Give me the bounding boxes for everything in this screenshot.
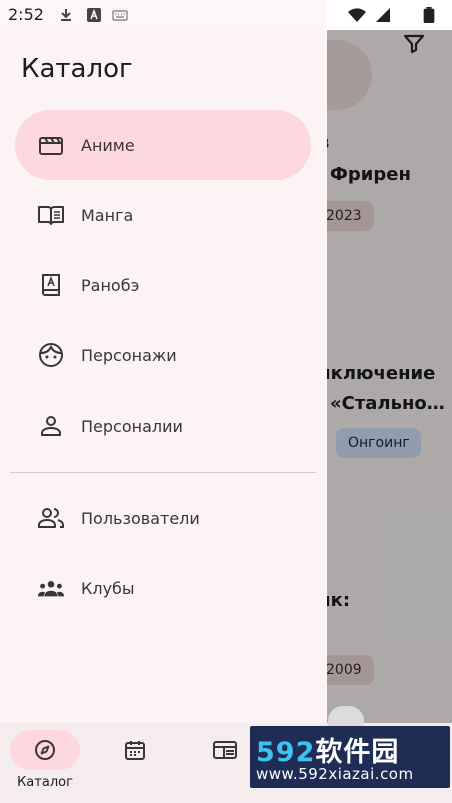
drawer-divider [10,472,316,473]
drawer-title: Каталог [21,54,133,84]
download-icon [61,9,71,21]
news-icon [213,741,237,759]
watermark-logo: 592软件园 www.592xiazai.com [250,726,450,788]
open-book-icon [37,201,65,229]
clapperboard-icon [37,131,65,159]
drawer-item-label: Пользователи [81,508,200,528]
drawer-item-label: Манга [81,205,134,225]
status-time: 2:52 [8,5,44,24]
status-bar-right [327,0,452,30]
calendar-icon [125,741,145,760]
drawer-item-label: Ранобэ [81,275,140,295]
people-icon [37,504,65,532]
person-icon [37,412,65,440]
drawer-item-label: Клубы [81,578,135,598]
bottom-tab-indicator [10,730,80,770]
navigation-drawer: Каталог Аниме Манга Ранобэ Персонажи Пер… [0,0,327,723]
bottom-tab-indicator [100,730,170,770]
compass-icon [35,740,55,760]
groups-icon [37,574,65,602]
bottom-tab-calendar[interactable] [100,723,170,803]
drawer-item-anime[interactable]: Аниме [15,110,311,180]
drawer-item-clubs[interactable]: Клубы [15,553,311,623]
bottom-tab-label: Каталог [17,775,73,790]
book-letter-icon [37,271,65,299]
watermark-url: www.592xiazai.com [256,765,414,783]
drawer-item-label: Персоналии [81,416,183,436]
face-icon [37,341,65,369]
keyboard-icon [112,10,128,21]
drawer-item-label: Аниме [81,135,135,155]
filter-icon[interactable] [402,32,426,56]
drawer-item-ranobe[interactable]: Ранобэ [15,250,311,320]
drawer-item-people[interactable]: Персоналии [15,391,311,461]
signal-icon [376,8,390,22]
text-a-icon [87,8,101,22]
drawer-item-manga[interactable]: Манга [15,180,311,250]
battery-icon [423,7,435,23]
drawer-item-label: Персонажи [81,345,177,365]
watermark-brand: 592软件园 [256,737,400,768]
drawer-item-users[interactable]: Пользователи [15,483,311,553]
bottom-tab-catalog[interactable]: Каталог [10,723,80,803]
drawer-item-characters[interactable]: Персонажи [15,320,311,390]
status-bar: 2:52 [0,0,452,30]
wifi-icon [348,8,366,22]
